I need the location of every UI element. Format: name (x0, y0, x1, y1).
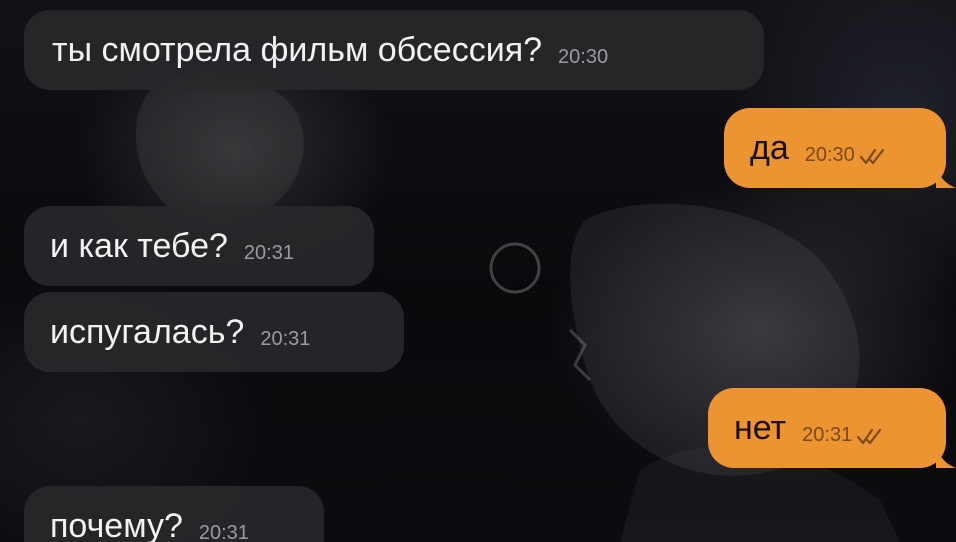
message-text: нет (734, 409, 787, 447)
message-bubble-incoming[interactable]: испугалась? 20:31 (24, 292, 404, 372)
message-text: почему? (50, 507, 183, 542)
bubble-tail (936, 166, 956, 188)
message-text: и как тебе? (50, 227, 228, 265)
message-bubble-outgoing[interactable]: да 20:30 (724, 108, 956, 188)
double-check-icon (857, 428, 882, 445)
chat-window: ты смотрела фильм обсессия? 20:30 да 20:… (0, 0, 956, 542)
message-bubble-incoming[interactable]: почему? 20:31 (24, 486, 324, 542)
message-time: 20:30 (558, 46, 609, 68)
message-text: да (750, 129, 789, 167)
message-time: 20:30 (804, 144, 855, 166)
double-check-icon (859, 148, 884, 165)
message-text: испугалась? (50, 313, 245, 351)
message-time: 20:31 (243, 242, 294, 264)
message-time: 20:31 (260, 328, 311, 350)
message-time: 20:31 (198, 522, 249, 542)
message-bubble-outgoing[interactable]: нет 20:31 (708, 388, 956, 468)
bubble-tail (936, 446, 956, 468)
message-bubble-incoming[interactable]: и как тебе? 20:31 (24, 206, 374, 286)
message-text: ты смотрела фильм обсессия? (52, 31, 543, 69)
message-time: 20:31 (802, 424, 853, 446)
message-bubble-incoming[interactable]: ты смотрела фильм обсессия? 20:30 (24, 10, 764, 90)
